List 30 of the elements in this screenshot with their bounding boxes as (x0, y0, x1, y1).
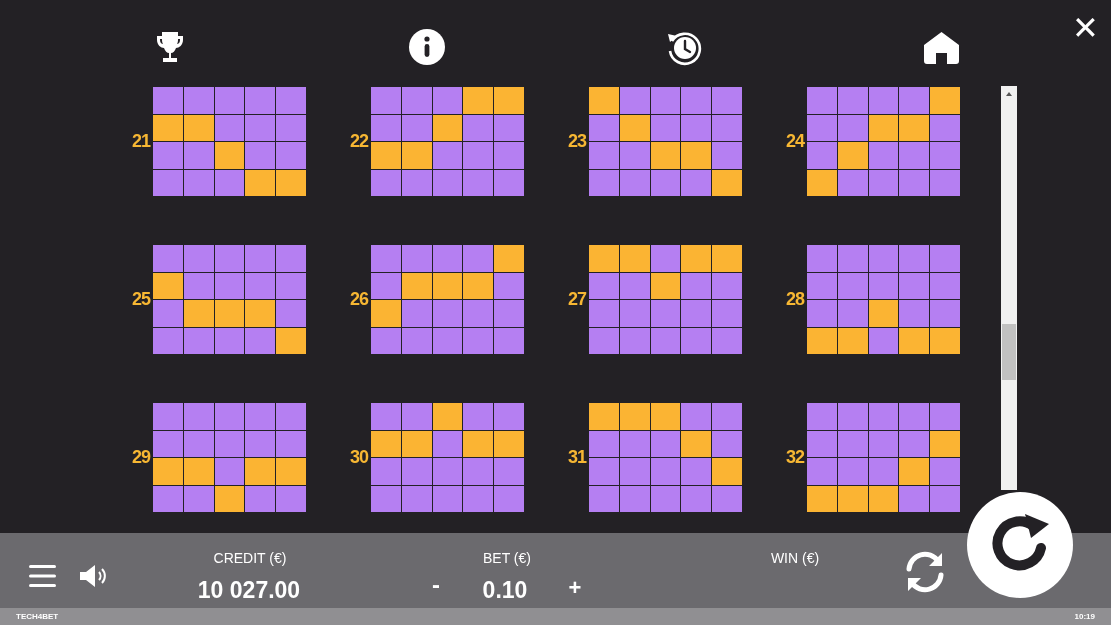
credit-value: 10 027.00 (196, 576, 302, 605)
close-button[interactable]: ✕ (1068, 10, 1102, 46)
history-icon[interactable] (666, 29, 703, 66)
payline-number: 21 (131, 130, 152, 153)
payline-number: 28 (785, 288, 806, 311)
bet-label: BET (€) (482, 549, 532, 568)
speaker-icon[interactable] (80, 565, 108, 587)
trophy-icon[interactable] (156, 30, 184, 64)
payline-number: 22 (349, 130, 370, 153)
bet-decrease-button[interactable]: - (424, 573, 448, 597)
info-icon[interactable] (409, 29, 445, 65)
payline-number: 26 (349, 288, 370, 311)
payline-number: 32 (785, 446, 806, 469)
menu-icon[interactable] (29, 565, 56, 587)
bet-increase-button[interactable]: + (563, 577, 587, 599)
payline-number: 23 (567, 130, 588, 153)
scrollbar[interactable] (1001, 86, 1017, 490)
credit-label: CREDIT (€) (212, 549, 288, 568)
brand-text: TECH4BET (16, 610, 59, 623)
payline-number: 24 (785, 130, 806, 153)
payline-number: 25 (131, 288, 152, 311)
payline-number: 30 (349, 446, 370, 469)
spin-button[interactable] (967, 492, 1073, 598)
home-icon[interactable] (923, 31, 960, 64)
payline-number: 27 (567, 288, 588, 311)
win-label: WIN (€) (769, 549, 821, 568)
payline-number: 29 (131, 446, 152, 469)
bet-value: 0.10 (481, 576, 529, 605)
clock-text: 10:19 (1074, 610, 1095, 623)
payline-number: 31 (567, 446, 588, 469)
